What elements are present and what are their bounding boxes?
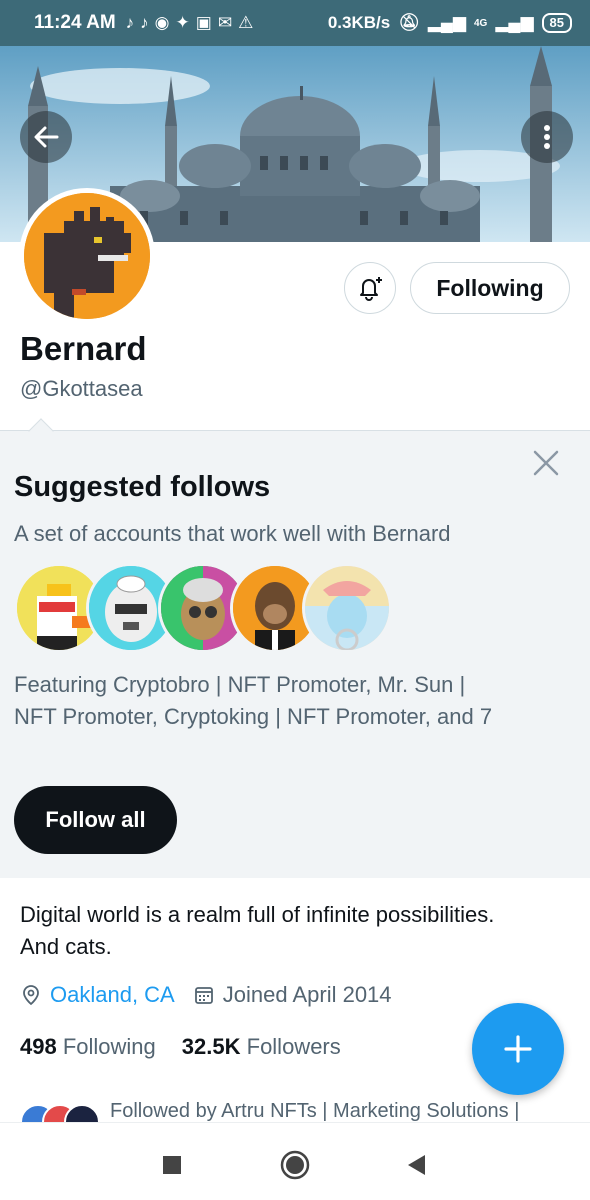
messenger-icon: ◉	[154, 13, 170, 32]
network-label: 4G	[473, 17, 488, 29]
featuring-line: Featuring Cryptobro | NFT Promoter, Mr. …	[14, 672, 466, 697]
tiktok-icon: ♪	[125, 13, 135, 32]
signal-icon: ▂▄▆	[495, 13, 534, 32]
notifications-button[interactable]	[344, 262, 396, 314]
bio: Digital world is a realm full of infinit…	[20, 899, 580, 963]
home-button[interactable]	[275, 1145, 315, 1185]
suggested-subtitle: A set of accounts that work well with Be…	[14, 521, 451, 546]
joined-date: Joined April 2014	[193, 982, 392, 1008]
location-link[interactable]: Oakland, CA	[50, 982, 175, 1008]
warning-icon: ⚠	[238, 13, 254, 32]
featuring-line: NFT Promoter, Cryptoking | NFT Promoter,…	[14, 704, 493, 729]
followed-by-avatars	[20, 1100, 104, 1122]
display-name: Bernard	[20, 330, 147, 367]
tiktok-icon: ♪	[140, 13, 149, 32]
status-bar: 11:24 AM ♪ ♪ ◉ ✦ ▣ ✉ ⚠ 0.3KB/s 🔕︎ ▂▄▆ 4G…	[0, 0, 590, 46]
twitter-icon: ✦	[175, 13, 190, 32]
following-label: Following	[62, 1034, 156, 1059]
followers-count: 32.5K	[181, 1034, 241, 1059]
back-button[interactable]	[20, 111, 72, 163]
following-stat[interactable]: 498 Following	[20, 1034, 156, 1060]
user-handle: @Gkottasea	[20, 376, 143, 401]
avatar-image	[24, 193, 150, 319]
signal-icon: ▂▄▆	[427, 13, 466, 32]
battery-icon: 85	[541, 13, 572, 33]
home-circle-icon	[280, 1150, 310, 1180]
gmail-icon: ✉	[217, 13, 233, 32]
joined-text: Joined April 2014	[222, 982, 392, 1007]
status-right: 0.3KB/s 🔕︎ ▂▄▆ 4G ▂▄▆ 85	[328, 13, 572, 33]
featuring-text: Featuring Cryptobro | NFT Promoter, Mr. …	[14, 669, 574, 733]
followers-stat[interactable]: 32.5K Followers	[182, 1034, 341, 1060]
location-pin-icon	[23, 985, 39, 1006]
calendar-icon	[194, 987, 213, 1004]
bio-line: Digital world is a realm full of infinit…	[20, 902, 495, 927]
system-nav-bar	[0, 1122, 590, 1200]
triangle-back-icon	[408, 1155, 425, 1175]
close-icon[interactable]	[530, 447, 562, 479]
following-button[interactable]: Following	[410, 262, 570, 314]
status-time: 11:24 AM	[34, 12, 116, 33]
net-speed: 0.3KB/s	[327, 13, 391, 32]
notification-icons: ♪ ♪ ◉ ✦ ▣ ✉ ⚠	[126, 13, 254, 33]
bio-line: And cats.	[20, 934, 112, 959]
compose-fab[interactable]	[472, 1003, 564, 1095]
suggested-avatars[interactable]	[14, 563, 392, 653]
following-count: 498	[20, 1034, 57, 1059]
more-options-button[interactable]	[521, 111, 573, 163]
arrow-left-icon	[34, 126, 59, 148]
panel-caret	[28, 418, 54, 444]
suggested-follows-panel: Suggested follows A set of accounts that…	[0, 418, 590, 878]
square-icon	[163, 1156, 181, 1174]
suggested-title: Suggested follows	[14, 471, 271, 503]
more-vertical-icon	[544, 125, 550, 149]
back-nav-button[interactable]	[396, 1145, 436, 1185]
recents-button[interactable]	[152, 1145, 192, 1185]
followers-label: Followers	[246, 1034, 341, 1059]
followed-by-row[interactable]: Followed by Artru NFTs | Marketing Solut…	[20, 1100, 590, 1122]
location: Oakland, CA	[20, 982, 175, 1008]
plus-icon	[504, 1035, 532, 1063]
profile-meta: Oakland, CA Joined April 2014	[20, 982, 410, 1008]
bell-plus-icon	[360, 277, 382, 301]
app-icon: ▣	[195, 13, 212, 32]
profile-avatar[interactable]	[19, 188, 155, 324]
follow-stats: 498 Following 32.5K Followers	[20, 1034, 341, 1060]
suggested-avatar[interactable]	[302, 563, 392, 653]
mute-icon: 🔕︎	[398, 13, 420, 32]
follow-all-button[interactable]: Follow all	[14, 786, 177, 854]
followed-by-text: Followed by Artru NFTs | Marketing Solut…	[110, 1100, 520, 1122]
